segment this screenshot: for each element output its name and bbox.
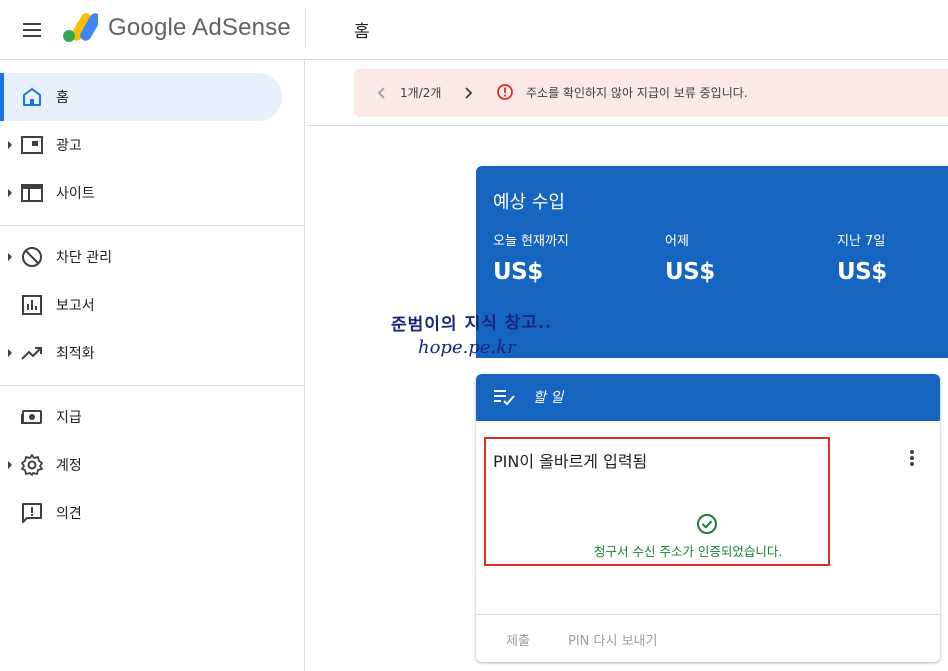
sidebar-item-label: 차단 관리 [56, 250, 112, 266]
expand-arrow-icon[interactable] [8, 349, 12, 357]
checklist-icon [494, 390, 515, 406]
sidebar-item-label: 지급 [56, 410, 82, 426]
sidebar-item-blocking-controls[interactable]: 차단 관리 [0, 233, 282, 281]
todo-card: 할 일 PIN이 올바르게 입력됨 청구서 수신 주소가 인증되었습니다. 제출… [476, 374, 940, 662]
pin-entered-task: PIN이 올바르게 입력됨 청구서 수신 주소가 인증되었습니다. [484, 437, 830, 566]
alert-pager: 1개/2개 [400, 86, 442, 100]
sidebar-item-account[interactable]: 계정 [0, 441, 282, 489]
chevron-left-icon[interactable] [374, 85, 390, 101]
main-content: 1개/2개 주소를 확인하지 않아 지급이 보류 중입니다. 예상 수입 오늘 … [306, 61, 948, 671]
sidebar-item-feedback[interactable]: 의견 [0, 489, 282, 537]
sidebar-item-reports[interactable]: 보고서 [0, 281, 282, 329]
sidebar-item-label: 계정 [56, 458, 82, 474]
expand-arrow-icon[interactable] [8, 253, 12, 261]
sites-icon [21, 184, 43, 202]
resend-pin-button[interactable]: PIN 다시 보내기 [568, 630, 657, 649]
pin-status-message: 청구서 수신 주소가 인증되었습니다. [594, 544, 783, 559]
page-title: 홈 [354, 22, 370, 42]
sidebar-item-label: 광고 [56, 138, 82, 154]
todo-header: 할 일 [476, 374, 940, 421]
sidebar-item-label: 의견 [56, 506, 82, 522]
watermark-text: 준범이의 지식 창고.. [390, 312, 553, 336]
earnings-title: 예상 수입 [493, 192, 565, 213]
home-icon [23, 88, 41, 106]
chevron-right-icon[interactable] [460, 85, 476, 101]
feedback-icon [22, 503, 42, 523]
sidebar-item-label: 보고서 [56, 298, 95, 314]
sidebar-item-label: 사이트 [56, 186, 95, 202]
check-circle-icon [697, 514, 717, 534]
alert-message: 주소를 확인하지 않아 지급이 보류 중입니다. [526, 86, 748, 100]
todo-footer: 제출 PIN 다시 보내기 [476, 614, 940, 662]
nav-divider [0, 385, 305, 386]
expand-arrow-icon[interactable] [8, 189, 12, 197]
expand-arrow-icon[interactable] [8, 141, 12, 149]
sidebar-item-optimization[interactable]: 최적화 [0, 329, 282, 377]
sidebar-item-label: 최적화 [56, 346, 95, 362]
more-vert-icon[interactable] [904, 448, 920, 468]
watermark-url: hope.pe.kr [418, 337, 516, 358]
earnings-value: US$ [837, 259, 887, 285]
sidebar-item-label: 홈 [56, 90, 69, 106]
reports-icon [22, 295, 42, 315]
sidebar-item-ads[interactable]: 광고 [0, 121, 282, 169]
alert-band: 1개/2개 주소를 확인하지 않아 지급이 보류 중입니다. [306, 61, 948, 126]
hamburger-menu-icon[interactable] [20, 18, 44, 42]
submit-button[interactable]: 제출 [506, 630, 530, 649]
earnings-yesterday: 어제 US$ [665, 230, 715, 285]
earnings-label: 지난 7일 [837, 234, 886, 249]
ads-icon [21, 136, 43, 154]
todo-title: 할 일 [533, 390, 564, 406]
block-icon [22, 247, 42, 267]
top-app-bar: Google AdSense 홈 [0, 0, 948, 60]
pin-task-title: PIN이 올바르게 입력됨 [493, 452, 648, 471]
expand-arrow-icon[interactable] [8, 461, 12, 469]
earnings-label: 어제 [665, 234, 689, 249]
earnings-today: 오늘 현재까지 US$ [493, 230, 569, 285]
payments-icon [21, 410, 42, 424]
brand-name: Google AdSense [108, 14, 291, 41]
earnings-last-7-days: 지난 7일 US$ [837, 230, 887, 285]
gear-icon [21, 454, 43, 476]
trending-up-icon [21, 347, 42, 360]
header-divider [305, 8, 306, 48]
earnings-value: US$ [665, 259, 715, 285]
sidebar-item-sites[interactable]: 사이트 [0, 169, 282, 217]
sidebar-item-payments[interactable]: 지급 [0, 393, 282, 441]
sidebar-item-home[interactable]: 홈 [0, 73, 282, 121]
earnings-label: 오늘 현재까지 [493, 234, 569, 249]
earnings-value: US$ [493, 259, 543, 285]
error-icon [497, 84, 513, 100]
nav-divider [0, 225, 305, 226]
sidebar: 홈 광고 사이트 차단 관리 보고서 최적화 지급 계정 의견 [0, 61, 305, 671]
adsense-logo-icon [63, 13, 98, 42]
payment-hold-alert: 1개/2개 주소를 확인하지 않아 지급이 보류 중입니다. [354, 69, 948, 117]
